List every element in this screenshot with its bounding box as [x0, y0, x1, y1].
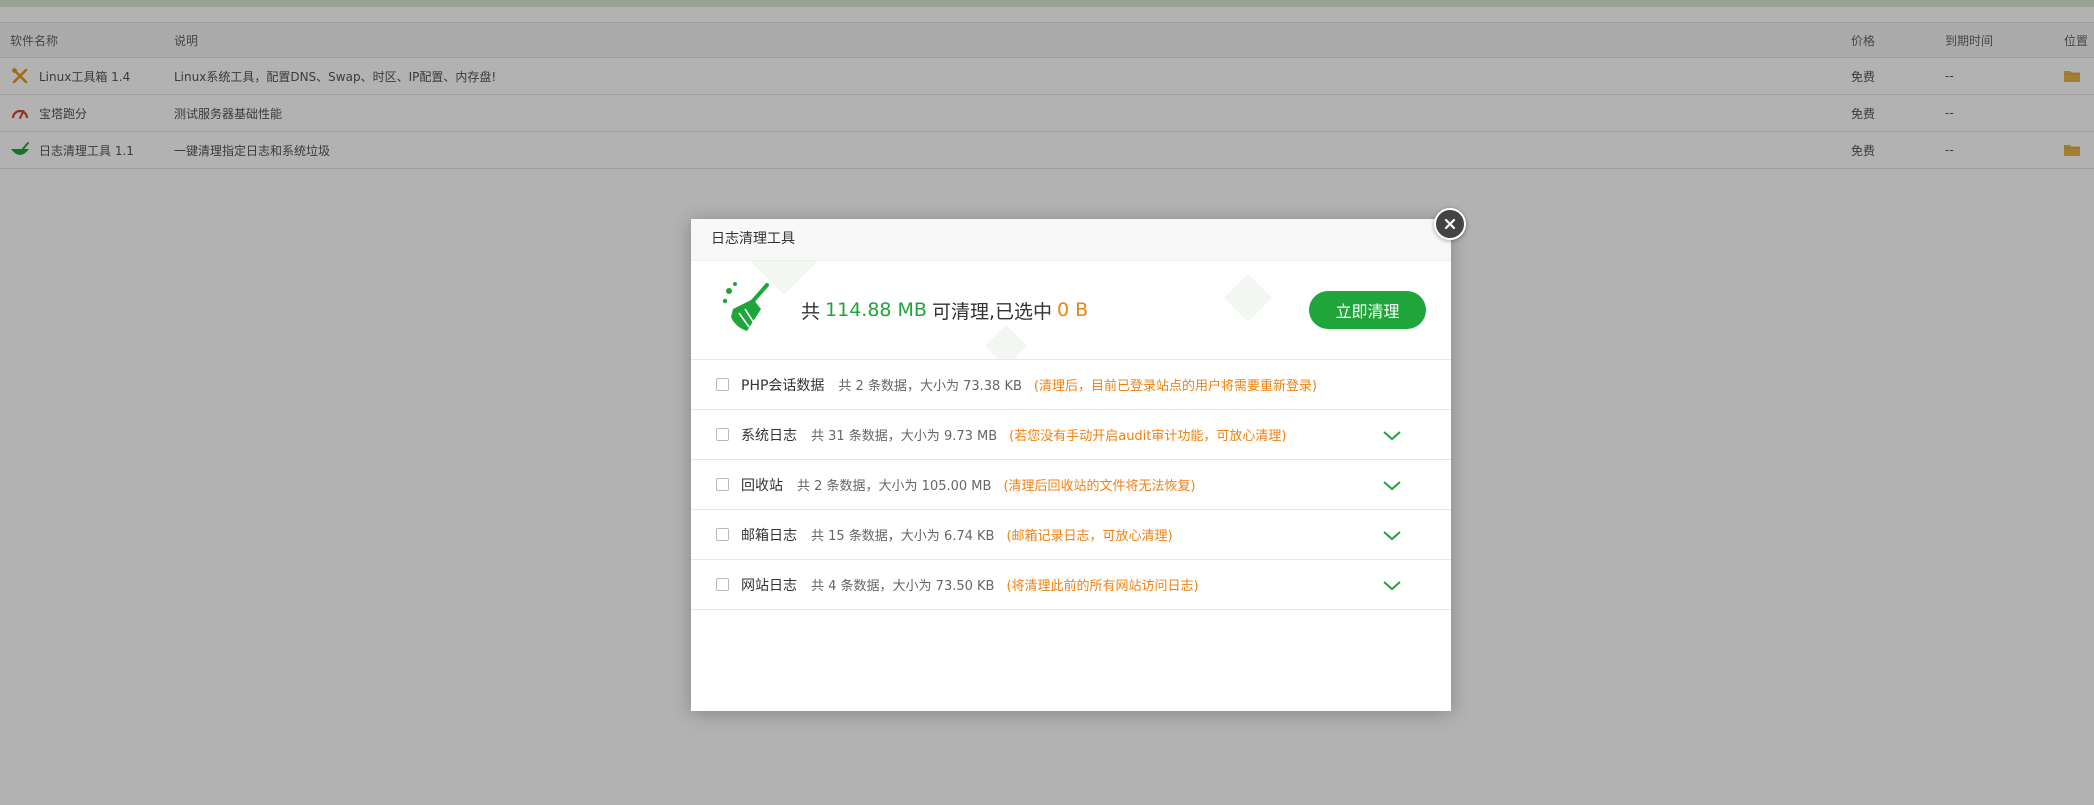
- item-info: 共 4 条数据，大小为 73.50 KB: [811, 579, 995, 594]
- item-tip: (若您没有手动开启audit审计功能，可放心清理): [1009, 429, 1287, 444]
- selected-size: 0 B: [1057, 299, 1089, 321]
- item-name: 邮箱日志: [741, 527, 797, 544]
- item-checkbox[interactable]: [716, 378, 729, 391]
- chevron-down-icon[interactable]: [1381, 527, 1403, 543]
- item-info: 共 2 条数据，大小为 73.38 KB: [838, 379, 1022, 394]
- item-tip: (邮箱记录日志，可放心清理): [1006, 529, 1173, 544]
- item-tip: (清理后，目前已登录站点的用户将需要重新登录): [1033, 379, 1318, 394]
- item-checkbox[interactable]: [716, 528, 729, 541]
- item-name: 回收站: [741, 477, 783, 494]
- list-item: PHP会话数据 共 2 条数据，大小为 73.38 KB (清理后，目前已登录站…: [691, 360, 1451, 410]
- list-item: 网站日志 共 4 条数据，大小为 73.50 KB (将清理此前的所有网站访问日…: [691, 560, 1451, 610]
- summary-text: 共 114.88 MB 可清理,已选中 0 B: [801, 261, 1088, 359]
- list-item: 邮箱日志 共 15 条数据，大小为 6.74 KB (邮箱记录日志，可放心清理): [691, 510, 1451, 560]
- clean-now-button[interactable]: 立即清理: [1309, 291, 1426, 329]
- summary-panel: 共 114.88 MB 可清理,已选中 0 B 立即清理: [691, 261, 1451, 360]
- log-cleaner-dialog: 日志清理工具 共 114.88 MB 可清理,已选中 0 B 立即清理 PHP会…: [691, 208, 1466, 711]
- decor-shape: [1223, 273, 1273, 323]
- item-info: 共 2 条数据，大小为 105.00 MB: [797, 479, 992, 494]
- dialog-title: 日志清理工具: [691, 219, 1451, 261]
- summary-prefix: 共: [801, 300, 821, 323]
- chevron-down-icon[interactable]: [1381, 477, 1403, 493]
- close-icon: [1444, 218, 1456, 230]
- item-info: 共 31 条数据，大小为 9.73 MB: [811, 429, 998, 444]
- list-item: 回收站 共 2 条数据，大小为 105.00 MB (清理后回收站的文件将无法恢…: [691, 460, 1451, 510]
- item-name: PHP会话数据: [741, 377, 825, 394]
- item-checkbox[interactable]: [716, 478, 729, 491]
- chevron-down-icon[interactable]: [1381, 577, 1403, 593]
- list-item: 系统日志 共 31 条数据，大小为 9.73 MB (若您没有手动开启audit…: [691, 410, 1451, 460]
- summary-middle: 可清理,已选中: [931, 300, 1053, 323]
- item-info: 共 15 条数据，大小为 6.74 KB: [811, 529, 995, 544]
- total-size: 114.88 MB: [825, 299, 927, 321]
- item-tip: (清理后回收站的文件将无法恢复): [1003, 479, 1196, 494]
- item-name: 网站日志: [741, 577, 797, 594]
- item-tip: (将清理此前的所有网站访问日志): [1006, 579, 1199, 594]
- broom-icon: [722, 282, 769, 331]
- item-name: 系统日志: [741, 427, 797, 444]
- close-button[interactable]: [1434, 208, 1466, 240]
- chevron-down-icon[interactable]: [1381, 427, 1403, 443]
- item-checkbox[interactable]: [716, 578, 729, 591]
- item-checkbox[interactable]: [716, 428, 729, 441]
